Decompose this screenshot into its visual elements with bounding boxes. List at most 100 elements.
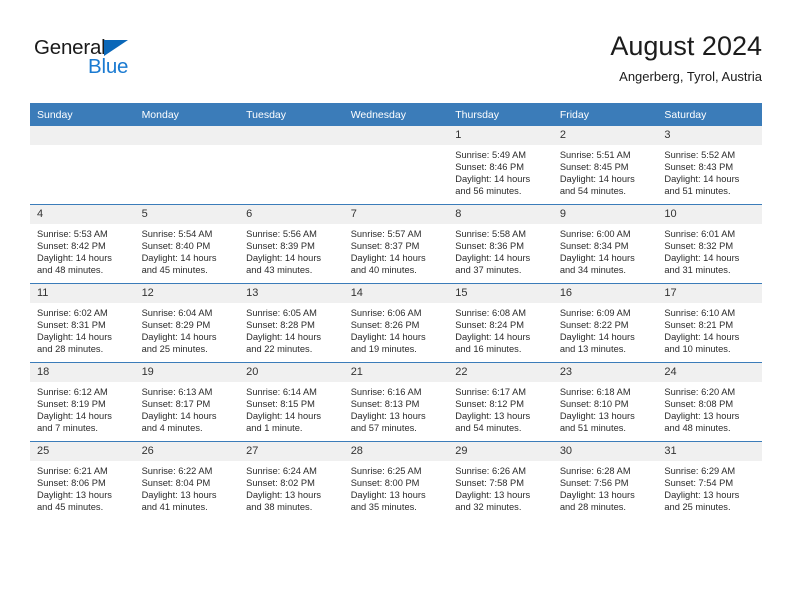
day-details: Sunrise: 5:53 AM Sunset: 8:42 PM Daylight:… (30, 224, 135, 276)
sunset-text: Sunset: 8:24 PM (455, 320, 524, 331)
calendar-day-cell-empty (134, 126, 240, 205)
daylight-text: Daylight: 13 hours and 51 minutes. (559, 411, 635, 434)
calendar-day-cell[interactable]: 29 Sunrise: 6:26 AM Sunset: 7:58 PM Dayligh… (448, 441, 553, 520)
calendar-day-cell[interactable]: 3 Sunrise: 5:52 AM Sunset: 8:43 PM Daylight… (657, 126, 762, 205)
calendar-day-cell[interactable]: 26 Sunrise: 6:22 AM Sunset: 8:04 PM Dayligh… (134, 441, 240, 520)
logo-text-blue: Blue (88, 55, 129, 78)
calendar-day-cell[interactable]: 27 Sunrise: 6:24 AM Sunset: 8:02 PM Dayligh… (239, 441, 344, 520)
day-details: Sunrise: 6:08 AM Sunset: 8:24 PM Daylight:… (448, 303, 553, 355)
calendar-day-cell[interactable]: 28 Sunrise: 6:25 AM Sunset: 8:00 PM Dayligh… (343, 441, 449, 520)
calendar-day-cell[interactable]: 18 Sunrise: 6:12 AM Sunset: 8:19 PM Dayligh… (30, 362, 135, 442)
calendar-day-cell[interactable]: 5 Sunrise: 5:54 AM Sunset: 8:40 PM Daylight… (134, 204, 240, 284)
day-details: Sunrise: 6:09 AM Sunset: 8:22 PM Daylight:… (553, 303, 658, 355)
day-number: 21 (343, 363, 449, 382)
sunrise-text: Sunrise: 6:22 AM (141, 466, 213, 476)
day-details: Sunrise: 6:17 AM Sunset: 8:12 PM Daylight:… (448, 382, 553, 434)
sunset-text: Sunset: 8:10 PM (559, 399, 629, 410)
sunset-text: Sunset: 8:21 PM (664, 320, 734, 331)
weekday-header-friday: Friday (552, 103, 658, 126)
calendar-day-cell[interactable]: 9 Sunrise: 6:00 AM Sunset: 8:34 PM Daylight… (552, 204, 658, 284)
calendar-day-cell[interactable]: 19 Sunrise: 6:13 AM Sunset: 8:17 PM Dayligh… (134, 362, 240, 442)
day-details: Sunrise: 6:24 AM Sunset: 8:02 PM Daylight:… (239, 461, 344, 513)
sunset-text: Sunset: 8:29 PM (141, 320, 211, 331)
day-details: Sunrise: 5:51 AM Sunset: 8:45 PM Daylight:… (553, 145, 658, 197)
calendar-day-cell[interactable]: 30 Sunrise: 6:28 AM Sunset: 7:56 PM Dayligh… (552, 441, 658, 520)
day-number: 26 (134, 442, 240, 461)
daylight-text: Daylight: 14 hours and 54 minutes. (559, 174, 635, 197)
weekday-header-monday: Monday (134, 103, 240, 126)
day-number: 16 (552, 284, 658, 303)
weekday-header-thursday: Thursday (448, 103, 553, 126)
calendar-day-cell[interactable]: 1 Sunrise: 5:49 AM Sunset: 8:46 PM Daylight… (448, 126, 553, 205)
calendar-day-cell[interactable]: 4 Sunrise: 5:53 AM Sunset: 8:42 PM Daylight… (30, 204, 135, 284)
sunset-text: Sunset: 7:56 PM (559, 478, 629, 489)
calendar-day-cell[interactable]: 12 Sunrise: 6:04 AM Sunset: 8:29 PM Dayligh… (134, 283, 240, 363)
day-details: Sunrise: 6:12 AM Sunset: 8:19 PM Daylight:… (30, 382, 135, 434)
day-details: Sunrise: 6:28 AM Sunset: 7:56 PM Daylight:… (553, 461, 658, 513)
calendar-day-cell-empty (30, 126, 135, 205)
daylight-text: Daylight: 14 hours and 1 minute. (246, 411, 322, 434)
calendar-day-cell[interactable]: 31 Sunrise: 6:29 AM Sunset: 7:54 PM Dayligh… (657, 441, 762, 520)
calendar-day-cell[interactable]: 16 Sunrise: 6:09 AM Sunset: 8:22 PM Dayligh… (552, 283, 658, 363)
calendar-day-cell[interactable]: 10 Sunrise: 6:01 AM Sunset: 8:32 PM Dayligh… (657, 204, 762, 284)
weekday-header-tuesday: Tuesday (239, 103, 344, 126)
day-details: Sunrise: 6:18 AM Sunset: 8:10 PM Daylight:… (553, 382, 658, 434)
sunset-text: Sunset: 8:17 PM (141, 399, 211, 410)
calendar-day-cell[interactable]: 20 Sunrise: 6:14 AM Sunset: 8:15 PM Dayligh… (239, 362, 344, 442)
day-details: Sunrise: 6:13 AM Sunset: 8:17 PM Daylight:… (135, 382, 240, 434)
calendar-day-cell[interactable]: 6 Sunrise: 5:56 AM Sunset: 8:39 PM Daylight… (239, 204, 344, 284)
calendar-day-cell[interactable]: 15 Sunrise: 6:08 AM Sunset: 8:24 PM Dayligh… (448, 283, 553, 363)
sunrise-text: Sunrise: 6:17 AM (455, 387, 527, 397)
calendar-week-row: 25 Sunrise: 6:21 AM Sunset: 8:06 PM Dayligh… (30, 441, 762, 520)
day-details: Sunrise: 6:29 AM Sunset: 7:54 PM Daylight:… (657, 461, 762, 513)
calendar-day-cell[interactable]: 2 Sunrise: 5:51 AM Sunset: 8:45 PM Daylight… (552, 126, 658, 205)
daylight-text: Daylight: 14 hours and 13 minutes. (559, 332, 635, 355)
sunrise-text: Sunrise: 5:57 AM (350, 229, 422, 239)
day-details: Sunrise: 6:14 AM Sunset: 8:15 PM Daylight:… (239, 382, 344, 434)
day-number (343, 126, 449, 145)
calendar-day-cell[interactable]: 25 Sunrise: 6:21 AM Sunset: 8:06 PM Dayligh… (30, 441, 135, 520)
triangle-icon (104, 40, 128, 56)
day-number: 6 (239, 205, 344, 224)
sunrise-text: Sunrise: 5:52 AM (664, 150, 736, 160)
sunrise-text: Sunrise: 5:49 AM (455, 150, 527, 160)
day-number: 24 (657, 363, 762, 382)
calendar-day-cell[interactable]: 22 Sunrise: 6:17 AM Sunset: 8:12 PM Dayligh… (448, 362, 553, 442)
sunrise-text: Sunrise: 6:01 AM (664, 229, 736, 239)
sunset-text: Sunset: 8:06 PM (37, 478, 106, 489)
calendar-header-row: Sunday Monday Tuesday Wednesday Thursday… (30, 103, 762, 126)
calendar-day-cell[interactable]: 8 Sunrise: 5:58 AM Sunset: 8:36 PM Daylight… (448, 204, 553, 284)
day-number: 11 (30, 284, 135, 303)
general-blue-logo[interactable]: General Blue (34, 37, 214, 86)
sunrise-text: Sunrise: 5:54 AM (141, 229, 213, 239)
daylight-text: Daylight: 14 hours and 51 minutes. (664, 174, 740, 197)
day-number: 15 (448, 284, 553, 303)
calendar-day-cell[interactable]: 21 Sunrise: 6:16 AM Sunset: 8:13 PM Dayligh… (343, 362, 449, 442)
calendar-day-cell[interactable]: 11 Sunrise: 6:02 AM Sunset: 8:31 PM Dayligh… (30, 283, 135, 363)
day-details: Sunrise: 6:21 AM Sunset: 8:06 PM Daylight:… (30, 461, 135, 513)
day-details: Sunrise: 6:04 AM Sunset: 8:29 PM Daylight:… (135, 303, 240, 355)
calendar-day-cell[interactable]: 7 Sunrise: 5:57 AM Sunset: 8:37 PM Daylight… (343, 204, 449, 284)
calendar-day-cell[interactable]: 13 Sunrise: 6:05 AM Sunset: 8:28 PM Dayligh… (239, 283, 344, 363)
day-number: 23 (552, 363, 658, 382)
day-number: 18 (30, 363, 135, 382)
sunset-text: Sunset: 8:45 PM (559, 162, 629, 173)
calendar-day-cell[interactable]: 17 Sunrise: 6:10 AM Sunset: 8:21 PM Dayligh… (657, 283, 762, 363)
sunrise-text: Sunrise: 6:02 AM (37, 308, 108, 318)
sunrise-text: Sunrise: 6:14 AM (246, 387, 317, 397)
sunrise-text: Sunrise: 6:13 AM (141, 387, 213, 397)
day-details: Sunrise: 6:22 AM Sunset: 8:04 PM Daylight:… (135, 461, 240, 513)
day-number: 27 (239, 442, 344, 461)
daylight-text: Daylight: 14 hours and 19 minutes. (350, 332, 426, 355)
daylight-text: Daylight: 13 hours and 57 minutes. (350, 411, 426, 434)
calendar-day-cell[interactable]: 23 Sunrise: 6:18 AM Sunset: 8:10 PM Dayligh… (552, 362, 658, 442)
daylight-text: Daylight: 14 hours and 37 minutes. (455, 253, 531, 276)
sunrise-text: Sunrise: 6:09 AM (559, 308, 631, 318)
sunrise-text: Sunrise: 6:16 AM (350, 387, 422, 397)
sunset-text: Sunset: 8:02 PM (246, 478, 315, 489)
calendar-day-cell[interactable]: 24 Sunrise: 6:20 AM Sunset: 8:08 PM Dayligh… (657, 362, 762, 442)
sunrise-text: Sunrise: 6:08 AM (455, 308, 527, 318)
calendar-day-cell[interactable]: 14 Sunrise: 6:06 AM Sunset: 8:26 PM Dayligh… (343, 283, 449, 363)
sunset-text: Sunset: 8:32 PM (664, 241, 734, 252)
calendar-week-row: 4 Sunrise: 5:53 AM Sunset: 8:42 PM Daylight… (30, 204, 762, 284)
